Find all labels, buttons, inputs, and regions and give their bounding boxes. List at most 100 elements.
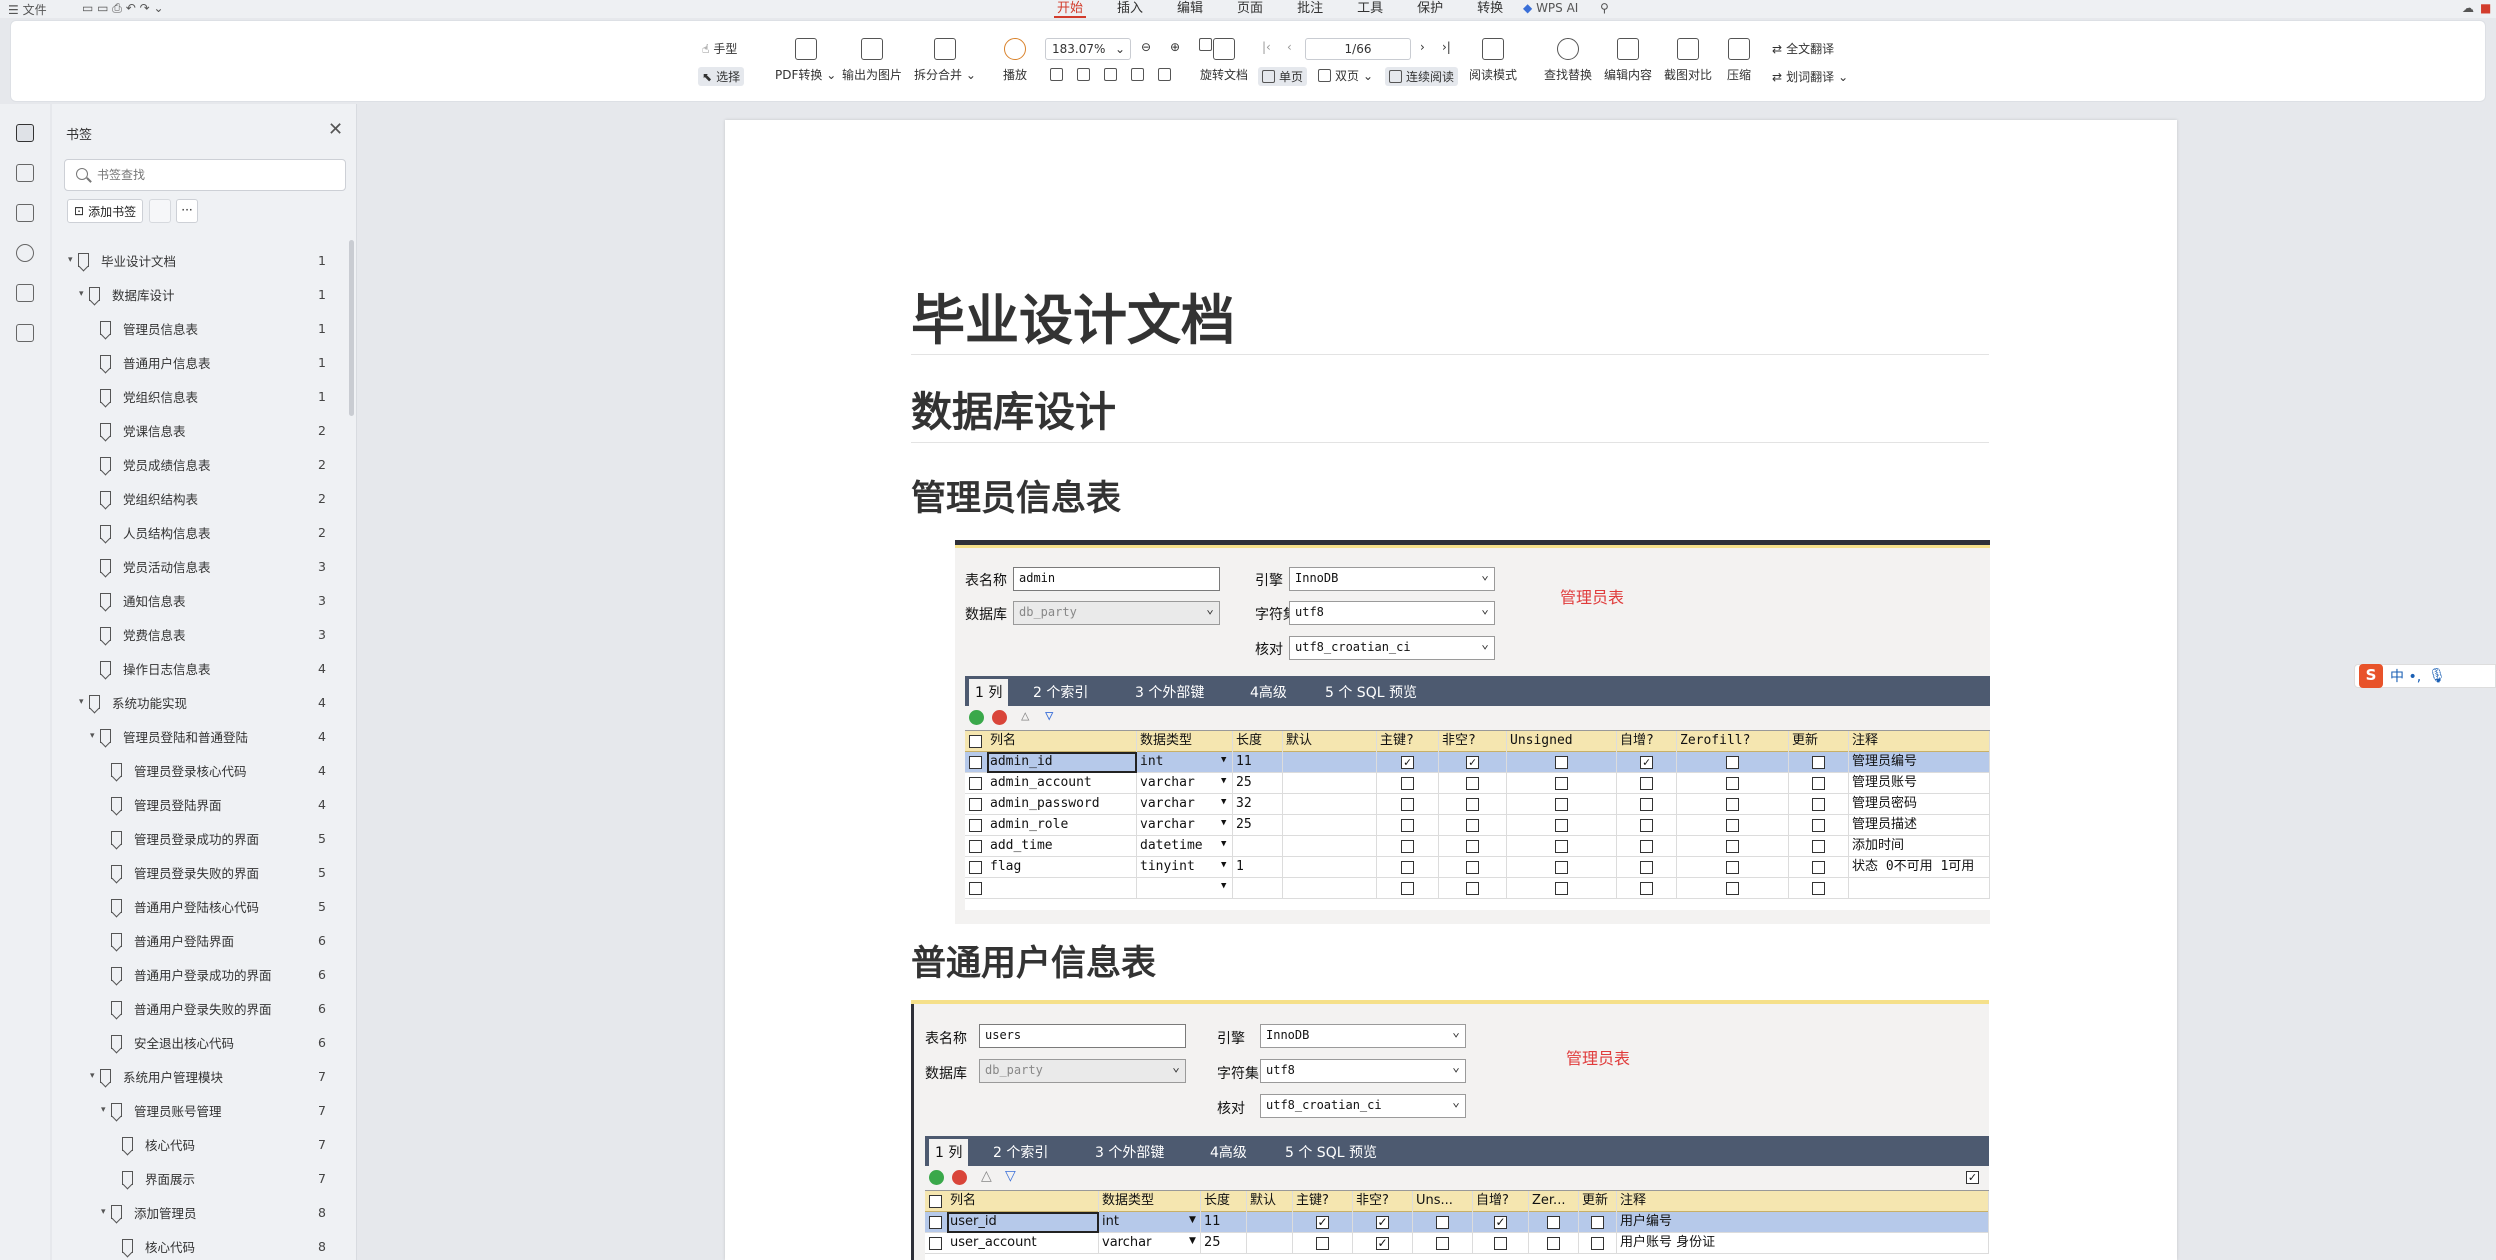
bookmark-item[interactable]: 管理员登录失败的界面 [101, 862, 259, 882]
bookmark-item[interactable]: 普通用户登录失败的界面 [101, 998, 272, 1018]
next-page-icon[interactable]: › [1420, 40, 1425, 54]
ime-toolbar[interactable]: S 中 •, 🎙 [2354, 664, 2496, 688]
zoom-in-icon[interactable]: ⊕ [1170, 40, 1180, 54]
rotate-document-button[interactable]: 旋转文档 [1200, 38, 1248, 83]
bookmark-item[interactable]: 核心代码 [112, 1236, 195, 1256]
mic-icon[interactable]: 🎙 [2428, 668, 2446, 684]
bookmark-item[interactable]: ▾ 系统用户管理模块 [90, 1066, 223, 1086]
menu-tab[interactable]: 页面 [1220, 0, 1280, 18]
continuous-read-button[interactable]: 连续阅读 [1385, 67, 1459, 86]
menu-tab[interactable]: 保护 [1400, 0, 1460, 18]
bookmark-item[interactable]: 管理员登录核心代码 [101, 760, 247, 780]
signature-panel-icon[interactable] [16, 284, 34, 302]
menu-tab[interactable]: 转换 [1460, 0, 1520, 18]
bookmark-item[interactable]: ▾ 管理员登陆和普通登陆 [90, 726, 248, 746]
file-menu[interactable]: ☰ 文件 [8, 1, 47, 18]
zoom-select[interactable]: 183.07% ⌄ [1045, 38, 1131, 60]
translate-all-button[interactable]: ⇄ 全文翻译 [1772, 40, 1834, 57]
edit-content-button[interactable]: 编辑内容 [1604, 38, 1652, 83]
bookmark-item[interactable]: ▾ 毕业设计文档 [68, 250, 176, 270]
bookmark-item[interactable]: 普通用户登录成功的界面 [101, 964, 272, 984]
rotate-left-icon[interactable] [1131, 68, 1144, 81]
wps-ai-button[interactable]: ◆ WPS AI [1523, 1, 1578, 15]
cloud-icon[interactable]: ☁ [2462, 1, 2474, 15]
translate-word-button[interactable]: ⇄ 划词翻译 ⌄ [1772, 68, 1848, 85]
thumbnail-panel-icon[interactable] [16, 164, 34, 182]
sidebar-close-icon[interactable]: ✕ [328, 119, 343, 140]
pdf-convert-button[interactable]: PDF转换 ⌄ [775, 38, 836, 83]
bookmark-item[interactable]: 普通用户信息表 [90, 352, 211, 372]
bookmark-item[interactable]: 通知信息表 [90, 590, 186, 610]
bookmark-icon [111, 967, 122, 981]
menu-tab[interactable]: 开始 [1040, 0, 1100, 18]
bookmark-item[interactable]: 党费信息表 [90, 624, 186, 644]
chevron-down-icon[interactable]: ▾ [79, 697, 89, 707]
menu-tab[interactable]: 插入 [1100, 0, 1160, 18]
chevron-down-icon[interactable]: ▾ [90, 1071, 100, 1081]
checkbox [1555, 840, 1568, 853]
bookmark-item[interactable]: ▾ 添加管理员 [101, 1202, 197, 1222]
bookmark-item[interactable]: 党课信息表 [90, 420, 186, 440]
select-tool-button[interactable]: ⬉ 选择 [698, 67, 745, 86]
search-icon[interactable]: ⚲ [1600, 1, 1609, 15]
single-page-button[interactable]: 单页 [1258, 67, 1308, 86]
bookmark-item[interactable]: ▾ 管理员账号管理 [101, 1100, 222, 1120]
close-icon[interactable]: ■ [2480, 1, 2491, 15]
bookmark-item[interactable]: 核心代码 [112, 1134, 195, 1154]
zoom-out-icon[interactable]: ⊖ [1141, 40, 1151, 54]
bookmark-panel-icon[interactable] [16, 124, 34, 142]
rotate-right-icon[interactable] [1158, 68, 1171, 81]
comment-panel-icon[interactable] [16, 204, 34, 222]
double-page-button[interactable]: 双页 ⌄ [1318, 67, 1373, 84]
bookmark-item[interactable]: 党组织信息表 [90, 386, 198, 406]
bookmark-item[interactable]: 界面展示 [112, 1168, 195, 1188]
screenshot-compare-button[interactable]: 截图对比 [1664, 38, 1712, 83]
bookmark-item[interactable]: 普通用户登陆界面 [101, 930, 234, 950]
attachment-panel-icon[interactable] [16, 244, 34, 262]
fit-width-icon[interactable] [1050, 68, 1063, 81]
bookmark-item[interactable]: 管理员信息表 [90, 318, 198, 338]
bookmark-item[interactable]: 党组织结构表 [90, 488, 198, 508]
bookmark-item[interactable]: 党员成绩信息表 [90, 454, 211, 474]
play-button[interactable]: 播放 [1003, 38, 1027, 83]
cell-zf [1677, 836, 1789, 857]
bookmark-item[interactable]: 党员活动信息表 [90, 556, 211, 576]
read-mode-button[interactable]: 阅读模式 [1469, 38, 1517, 83]
bookmark-item[interactable]: 普通用户登陆核心代码 [101, 896, 259, 916]
compress-button[interactable]: 压缩 [1727, 38, 1751, 83]
menu-tab[interactable]: 批注 [1280, 0, 1340, 18]
last-page-icon[interactable]: ›| [1442, 40, 1451, 54]
bookmark-item[interactable]: 人员结构信息表 [90, 522, 211, 542]
layers-panel-icon[interactable] [16, 324, 34, 342]
bookmark-item[interactable]: 管理员登录成功的界面 [101, 828, 259, 848]
sidebar-scrollbar[interactable] [349, 240, 354, 416]
split-merge-button[interactable]: 拆分合并 ⌄ [914, 38, 976, 83]
bookmark-search-field[interactable] [64, 159, 346, 191]
menu-tab[interactable]: 工具 [1340, 0, 1400, 18]
chevron-down-icon[interactable]: ▾ [101, 1207, 111, 1217]
chevron-down-icon[interactable]: ▾ [79, 289, 89, 299]
add-bookmark-button[interactable]: ⊡ 添加书签 [67, 199, 144, 223]
export-image-button[interactable]: 输出为图片 [842, 38, 902, 83]
more-options-button[interactable]: ··· [176, 199, 198, 223]
quick-access-icons[interactable]: ▭ ▭ ⎙ ↶ ↷ ⌄ [82, 1, 164, 16]
hand-tool-button[interactable]: ☝ 手型 [702, 40, 737, 57]
bookmark-item[interactable]: 操作日志信息表 [90, 658, 211, 678]
bookmark-item[interactable]: ▾ 系统功能实现 [79, 692, 187, 712]
delete-bookmark-button[interactable] [149, 199, 171, 223]
actual-size-icon[interactable] [1104, 68, 1117, 81]
first-page-icon[interactable]: |‹ [1262, 40, 1271, 54]
bookmark-item[interactable]: 安全退出核心代码 [101, 1032, 234, 1052]
fit-page-icon[interactable] [1077, 68, 1090, 81]
chevron-down-icon[interactable]: ▾ [101, 1105, 111, 1115]
page-number-input[interactable]: 1/66 [1305, 38, 1411, 60]
bookmark-item[interactable]: ▾ 数据库设计 [79, 284, 175, 304]
chevron-down-icon[interactable]: ▾ [90, 731, 100, 741]
grid-header-cell: 非空? [1439, 731, 1507, 752]
find-replace-button[interactable]: 查找替换 [1544, 38, 1592, 83]
menu-tab[interactable]: 编辑 [1160, 0, 1220, 18]
chevron-down-icon[interactable]: ▾ [68, 255, 78, 265]
bookmark-search-input[interactable] [97, 165, 337, 185]
bookmark-item[interactable]: 管理员登陆界面 [101, 794, 222, 814]
prev-page-icon[interactable]: ‹ [1287, 40, 1292, 54]
